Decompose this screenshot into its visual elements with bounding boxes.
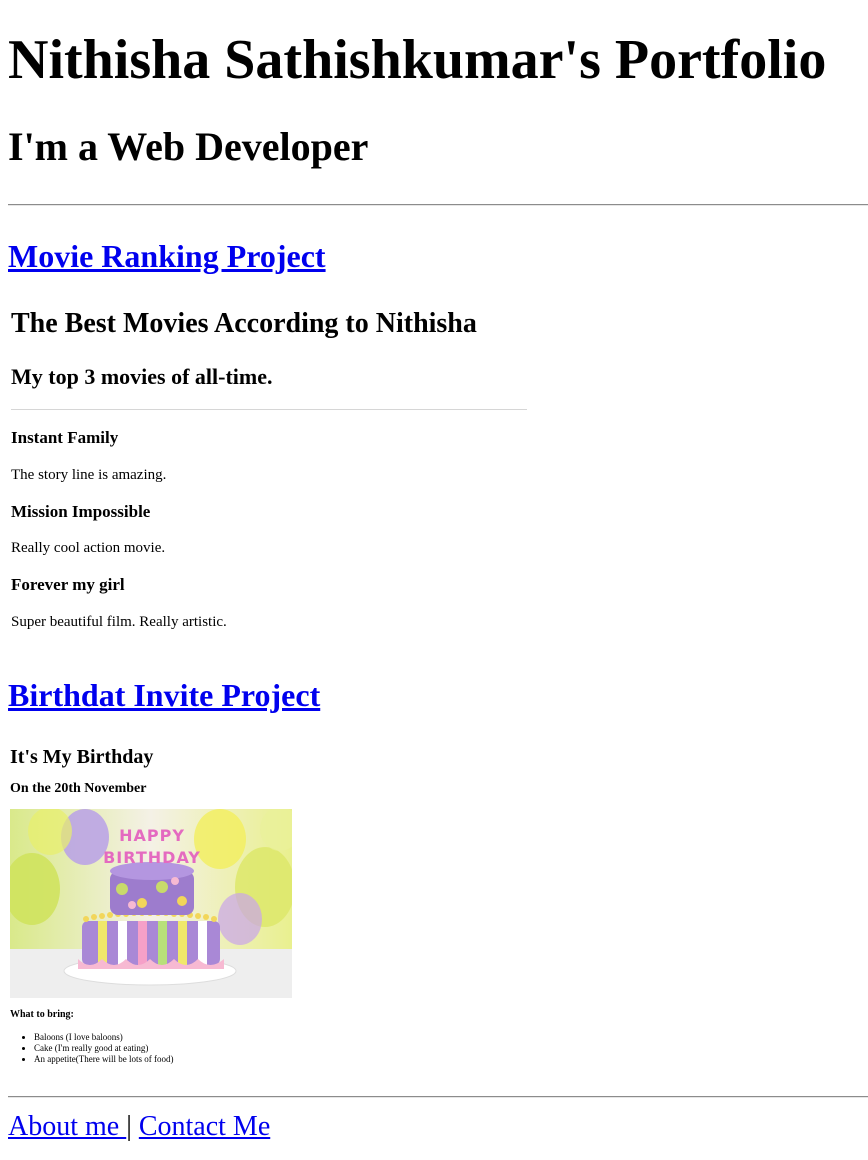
page-title: Nithisha Sathishkumar's Portfolio: [8, 29, 827, 91]
movie-page-title: The Best Movies According to Nithisha: [11, 308, 477, 339]
birthday-invite-project-link[interactable]: Birthdat Invite Project: [8, 677, 320, 713]
header-divider: [8, 204, 868, 206]
bring-list: Baloons (I love baloons) Cake (I'm reall…: [24, 1032, 173, 1065]
footer-links: About me | Contact Me: [8, 1110, 270, 1144]
list-item: An appetite(There will be lots of food): [34, 1054, 173, 1065]
movie-divider: [11, 409, 527, 410]
movie-description: Really cool action movie.: [11, 540, 166, 556]
list-item: Baloons (I love baloons): [34, 1032, 173, 1043]
birthday-cake-image: HAPPY BIRTHDAY: [10, 809, 292, 998]
movie-ranking-embed: The Best Movies According to Nithisha My…: [11, 306, 527, 636]
list-item: Cake (I'm really good at eating): [34, 1043, 173, 1054]
about-me-link[interactable]: About me: [8, 1111, 126, 1142]
svg-text:HAPPY: HAPPY: [119, 826, 185, 845]
movie-name: Instant Family: [11, 428, 119, 447]
svg-text:BIRTHDAY: BIRTHDAY: [103, 848, 201, 867]
what-to-bring-label: What to bring:: [10, 1009, 74, 1020]
birthday-title: It's My Birthday: [10, 746, 154, 768]
footer-separator: |: [126, 1111, 139, 1142]
movie-description: Super beautiful film. Really artistic.: [11, 614, 227, 630]
footer-divider: [8, 1096, 868, 1098]
contact-me-link[interactable]: Contact Me: [139, 1111, 270, 1142]
movie-name: Forever my girl: [11, 575, 125, 594]
movie-description: The story line is amazing.: [11, 467, 167, 483]
birthday-date: On the 20th November: [10, 781, 147, 796]
movie-page-subtitle: My top 3 movies of all-time.: [11, 364, 273, 389]
movie-name: Mission Impossible: [11, 502, 151, 521]
page-subtitle: I'm a Web Developer: [8, 124, 369, 169]
movie-ranking-project-link[interactable]: Movie Ranking Project: [8, 238, 326, 274]
